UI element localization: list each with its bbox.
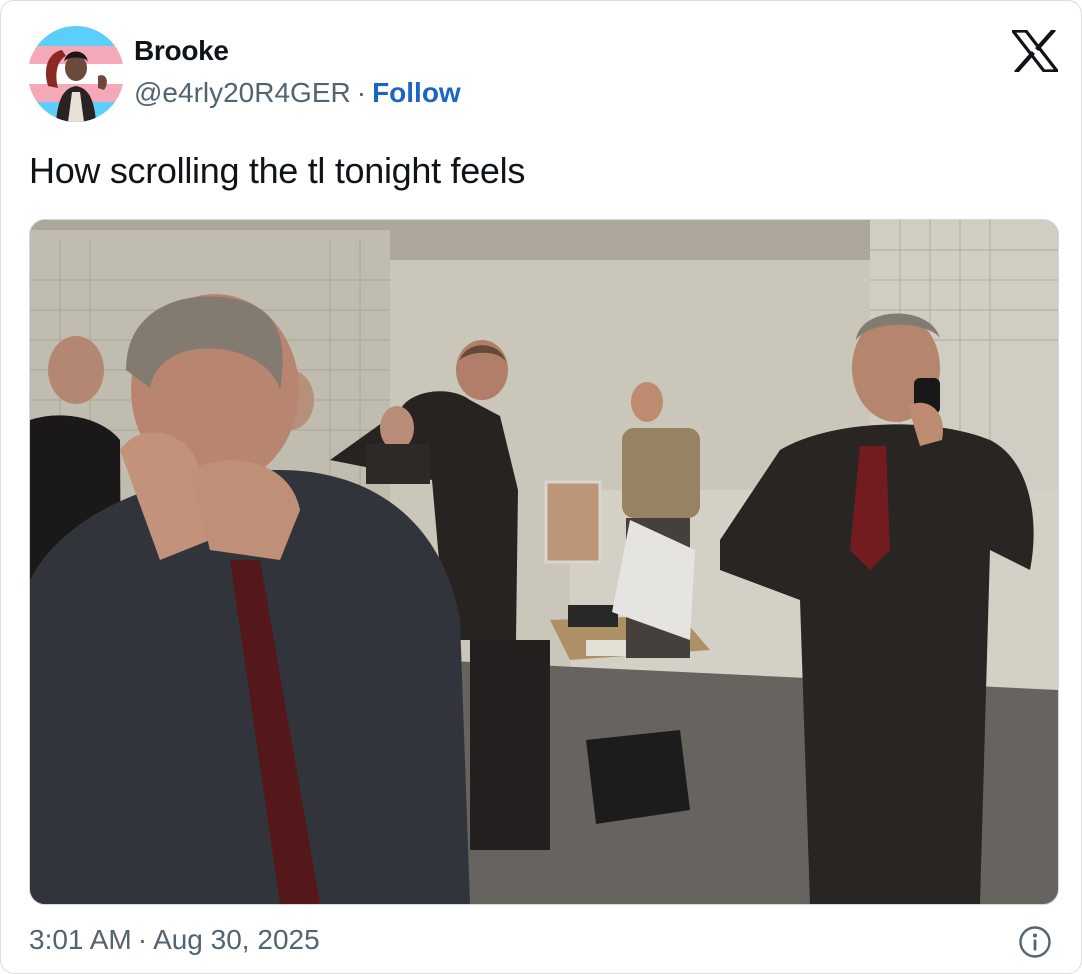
x-logo-icon[interactable] xyxy=(1012,30,1058,72)
tweet-photo[interactable] xyxy=(29,219,1059,905)
timestamp-date: Aug 30, 2025 xyxy=(153,924,320,955)
timestamp-separator: · xyxy=(137,924,148,955)
handle-separator: · xyxy=(356,77,367,108)
trans-flag-avatar-image xyxy=(28,26,124,122)
timestamp-time: 3:01 AM xyxy=(29,924,132,955)
tweet-timestamp[interactable]: 3:01 AM · Aug 30, 2025 xyxy=(29,924,320,956)
tweet-text: How scrolling the tl tonight feels xyxy=(29,150,526,191)
tweet-embed-card: Brooke @e4rly20R4GER · Follow How scrollin… xyxy=(0,0,1082,974)
photo-illustration xyxy=(30,220,1058,904)
author-handle-row: @e4rly20R4GER · Follow xyxy=(134,77,461,109)
author-avatar[interactable] xyxy=(28,26,124,122)
follow-button[interactable]: Follow xyxy=(372,77,461,108)
author-display-name[interactable]: Brooke xyxy=(134,35,229,67)
author-handle[interactable]: @e4rly20R4GER xyxy=(134,77,351,108)
info-icon[interactable] xyxy=(1018,925,1052,959)
